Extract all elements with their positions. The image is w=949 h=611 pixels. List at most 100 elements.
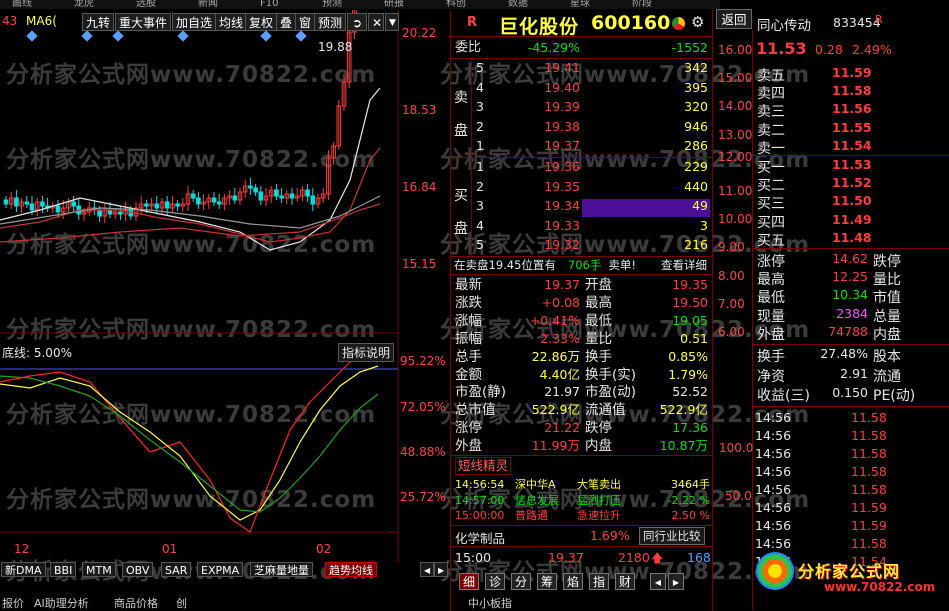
stat-value: 2.33% (540, 330, 580, 346)
top-menu-item[interactable]: 研报 (384, 0, 404, 9)
kline-chart[interactable] (0, 10, 450, 563)
tab-sar[interactable]: SAR (161, 562, 192, 577)
buy-level: 4 (476, 217, 484, 233)
tab-zhima[interactable]: 芝麻量地量 (250, 562, 313, 577)
stat-label: 最低 (585, 312, 612, 329)
tick-time: 14:56 (755, 428, 792, 443)
overlay-button[interactable]: 叠 (276, 13, 297, 31)
sell-volume: 320 (684, 99, 708, 115)
side-info-label: 现量 (757, 308, 785, 325)
sell-level: 3 (476, 99, 484, 115)
bottom-tab-ai[interactable]: AI助理分析 (34, 597, 89, 611)
side-price: 11.53 (756, 39, 807, 58)
top-menu-item[interactable]: 星球 (570, 0, 590, 9)
industry-pct: 1.69% (590, 528, 630, 543)
top-menu-item[interactable]: 选股 (136, 0, 156, 9)
back-button[interactable]: 返回 (716, 9, 752, 29)
big-order-message[interactable]: 在卖盘19.45位置有 706手 卖单! (454, 257, 636, 273)
side-stock-name: 同心传动 (757, 18, 811, 34)
tab-trend-ma[interactable]: 趋势均线 (325, 562, 377, 577)
tab-scroll-right-icon[interactable]: ▶ (434, 562, 448, 577)
divider (712, 10, 713, 611)
tab-expma[interactable]: EXPMA (197, 562, 244, 577)
sprite-value: 2.50 % (671, 509, 710, 522)
sprite-title[interactable]: 短线精灵 (455, 457, 512, 475)
sprite-stock[interactable]: 普路通 (515, 508, 548, 523)
industry-name: 化学制品 (455, 531, 506, 546)
indicator-axis-label: 95.22% (400, 354, 446, 368)
bottom-tab-commodity[interactable]: 商品价格 (114, 597, 158, 611)
side-bid-price: 11.49 (832, 211, 872, 227)
footer-scroll-left-icon[interactable]: ◀ (650, 573, 666, 590)
bottom-tab-smes[interactable]: 中小板指 (468, 597, 512, 611)
add-favorite-button[interactable]: 加自选 (172, 13, 217, 31)
sprite-stock[interactable]: 深中华A (515, 477, 556, 492)
stat-label: 换手(实) (585, 366, 637, 383)
tab-scroll-left-icon[interactable]: ◀ (420, 562, 434, 577)
footer-scroll-right-icon[interactable]: ▶ (668, 573, 684, 590)
side-axis-label: 8.00 (718, 268, 745, 283)
forecast-button[interactable]: 预测 (314, 13, 347, 31)
top-menu-item[interactable]: 数据 (508, 0, 528, 9)
tab-flame[interactable]: 焰 (563, 573, 583, 590)
indicator-help-button[interactable]: 指标说明 (338, 343, 395, 362)
side-info-value: 0.150 (832, 385, 868, 400)
tab-dma[interactable]: 新DMA (1, 562, 46, 577)
candle-body (279, 195, 284, 199)
stat-label: 开盘 (585, 277, 612, 293)
tab-obv[interactable]: OBV (122, 562, 154, 577)
stat-value: 0.85% (668, 348, 708, 364)
dropdown-icon[interactable]: ▼ (385, 13, 399, 31)
bottom-tab-chuang[interactable]: 创 (176, 597, 187, 611)
side-axis-label: 6.00 (718, 325, 745, 339)
jiuzhuan-button[interactable]: 九转 (82, 13, 115, 31)
tab-detail[interactable]: 细 (459, 573, 479, 590)
major-event-button[interactable]: 重大事件 (115, 13, 172, 31)
sell-level: 5 (476, 60, 484, 75)
tab-diagnose[interactable]: 诊 (485, 573, 505, 590)
side-bid-label: 买三 (757, 196, 785, 213)
last-trade-price: 19.37 (548, 550, 584, 565)
pie-icon[interactable] (672, 17, 685, 30)
stat-label: 金额 (455, 366, 482, 383)
industry-compare-button[interactable]: 同行业比较 (639, 527, 705, 545)
side-info-value: 2.91 (840, 365, 868, 381)
tab-finance[interactable]: 财 (615, 573, 635, 590)
tab-chips[interactable]: 筹 (537, 573, 557, 590)
side-bid-price: 11.48 (832, 229, 872, 245)
divider (451, 36, 712, 37)
side-bid-label: 买一 (757, 160, 785, 176)
buy-volume: 440 (684, 178, 708, 194)
side-ask-label: 卖四 (757, 86, 785, 103)
top-menu-item[interactable]: 新闻 (198, 0, 218, 9)
side-r-badge: R (875, 13, 883, 26)
close-icon[interactable]: ✕ (368, 13, 384, 31)
last-trade-count: 168 (687, 550, 711, 565)
top-menu-item[interactable]: 预测 (322, 0, 342, 9)
forward-icon[interactable]: ➲ (347, 13, 367, 31)
bottom-tab-quote[interactable]: 报价 (2, 597, 24, 611)
tab-minute[interactable]: 分 (511, 573, 531, 590)
tab-mtm[interactable]: MTM (82, 562, 116, 577)
view-detail-link[interactable]: 查看详细 (661, 257, 707, 273)
restore-right-button[interactable]: 复权 (245, 13, 278, 31)
top-menu-item[interactable]: 阶段 (632, 0, 652, 9)
gear-icon[interactable]: ⚙ (691, 13, 704, 31)
side-ask-price: 11.54 (832, 137, 872, 153)
tab-index[interactable]: 指 (589, 573, 609, 590)
tab-bbi[interactable]: BBI (50, 562, 77, 577)
top-menu-item[interactable]: 科创 (446, 0, 466, 9)
top-menu-item[interactable]: 画线 (12, 0, 32, 9)
divider (451, 546, 712, 547)
tick-time: 14:56 (755, 410, 792, 425)
side-info-label: PE(动) (873, 388, 916, 404)
sprite-stock[interactable]: 信息发展 (515, 493, 559, 508)
divider (451, 455, 712, 456)
kline-panel[interactable]: 43 MA6( 九转 重大事件 加自选 均线 复权 叠 窗 预测 ➲ ✕ ▼ 1… (0, 10, 450, 563)
top-menu-item[interactable]: 龙虎 (74, 0, 94, 9)
ma-button[interactable]: 均线 (215, 13, 248, 31)
side-axis-label: 10.00 (718, 212, 753, 227)
window-button[interactable]: 窗 (295, 13, 316, 31)
top-menu-item[interactable]: F10 (260, 0, 278, 9)
price-axis-label: 18.53 (402, 103, 437, 117)
